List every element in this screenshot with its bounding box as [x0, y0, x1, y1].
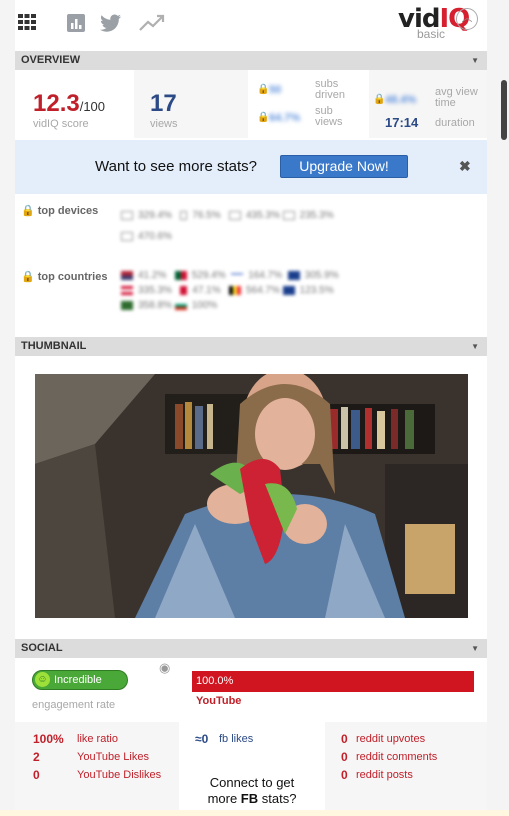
like-ratio-value: 100%	[33, 732, 64, 746]
watch-stat: 🔒 48.4% avg view time 17:14 duration	[369, 70, 487, 138]
bottom-edge	[0, 810, 509, 816]
scrollbar[interactable]	[501, 80, 507, 140]
overview-title: OVERVIEW	[21, 54, 81, 66]
sub-views-value: 64.7%	[269, 112, 301, 124]
youtube-likes-label: YouTube Likes	[77, 751, 149, 763]
views-value: 17	[150, 90, 177, 117]
reddit-upvotes-value: 0	[341, 732, 348, 746]
collapse-arrow-icon[interactable]: ▼	[471, 337, 479, 356]
subs-driven-value: 50	[269, 84, 282, 96]
fb-likes-label: fb likes	[219, 733, 254, 745]
top-devices-label: 🔒 top devices	[21, 205, 99, 217]
views-label: views	[150, 118, 178, 130]
lock-icon: 🔒	[257, 84, 270, 95]
views-stat: 17 views	[134, 70, 248, 138]
thumbnail-header[interactable]: THUMBNAIL ▼	[15, 337, 487, 356]
upgrade-banner: Want to see more stats? Upgrade Now! ✖	[15, 140, 487, 194]
reddit-upvotes-label: reddit upvotes	[356, 733, 426, 745]
engagement-badge: ☺ Incredible	[32, 670, 128, 690]
social-header[interactable]: SOCIAL ▼	[15, 639, 487, 658]
duration-label: duration	[435, 117, 475, 129]
chevron-up-icon[interactable]: ︿	[456, 8, 478, 30]
top-devices-values: 329.4% 76.5% 435.3% 235.3% 470.6%	[121, 205, 421, 247]
subs-driven-label: subs driven	[315, 78, 345, 101]
youtube-share-label: YouTube	[196, 695, 242, 707]
lock-icon: 🔒	[373, 94, 386, 105]
avg-view-time-label: avg view time	[435, 86, 478, 109]
like-ratio-label: like ratio	[77, 733, 118, 745]
connect-facebook-prompt[interactable]: Connect to get more FB stats?	[190, 775, 314, 807]
upgrade-button[interactable]: Upgrade Now!	[280, 155, 408, 178]
upgrade-text: Want to see more stats?	[95, 158, 258, 175]
score-value: 12.3/100	[33, 90, 106, 117]
twitter-icon[interactable]	[100, 14, 122, 37]
youtube-likes-value: 2	[33, 750, 40, 764]
close-icon[interactable]: ✖	[459, 158, 471, 175]
lock-icon: 🔒	[257, 112, 270, 123]
social-title: SOCIAL	[21, 642, 63, 654]
video-thumbnail[interactable]	[35, 374, 468, 618]
eye-icon[interactable]: ◉	[159, 660, 170, 676]
top-bar: vidIQ basic ︿	[15, 0, 487, 50]
smiley-icon: ☺	[35, 672, 50, 687]
youtube-dislikes-label: YouTube Dislikes	[77, 769, 162, 781]
reddit-posts-value: 0	[341, 768, 348, 782]
engagement-label: engagement rate	[32, 699, 116, 711]
vidiq-score: 12.3/100 vidIQ score	[15, 70, 133, 138]
reddit-comments-label: reddit comments	[356, 751, 438, 763]
collapse-arrow-icon[interactable]: ▼	[471, 639, 479, 658]
fb-likes-value: ≈0	[195, 732, 209, 746]
overview-header[interactable]: OVERVIEW ▼	[15, 51, 487, 70]
subs-stat: 🔒 50 subs driven 🔒 64.7% sub views	[249, 70, 368, 138]
thumbnail-title: THUMBNAIL	[21, 340, 87, 352]
score-label: vidIQ score	[33, 118, 89, 130]
plan-label: basic	[417, 27, 446, 41]
youtube-dislikes-value: 0	[33, 768, 40, 782]
bar-chart-icon[interactable]	[67, 14, 85, 37]
reddit-comments-value: 0	[341, 750, 348, 764]
trending-icon[interactable]	[139, 14, 165, 37]
grid-icon[interactable]	[18, 14, 36, 35]
reddit-posts-label: reddit posts	[356, 769, 413, 781]
avg-view-time-value: 48.4%	[385, 94, 417, 106]
top-countries-label: 🔒 top countries	[21, 271, 108, 283]
youtube-share-bar: 100.0%	[192, 671, 474, 692]
sub-views-label: sub views	[315, 105, 343, 128]
collapse-arrow-icon[interactable]: ▼	[471, 51, 479, 70]
top-countries-values: 41.2% 529.4% 164.7% 305.9% 335.3% 47.1% …	[121, 268, 441, 313]
duration-value: 17:14	[385, 115, 419, 130]
